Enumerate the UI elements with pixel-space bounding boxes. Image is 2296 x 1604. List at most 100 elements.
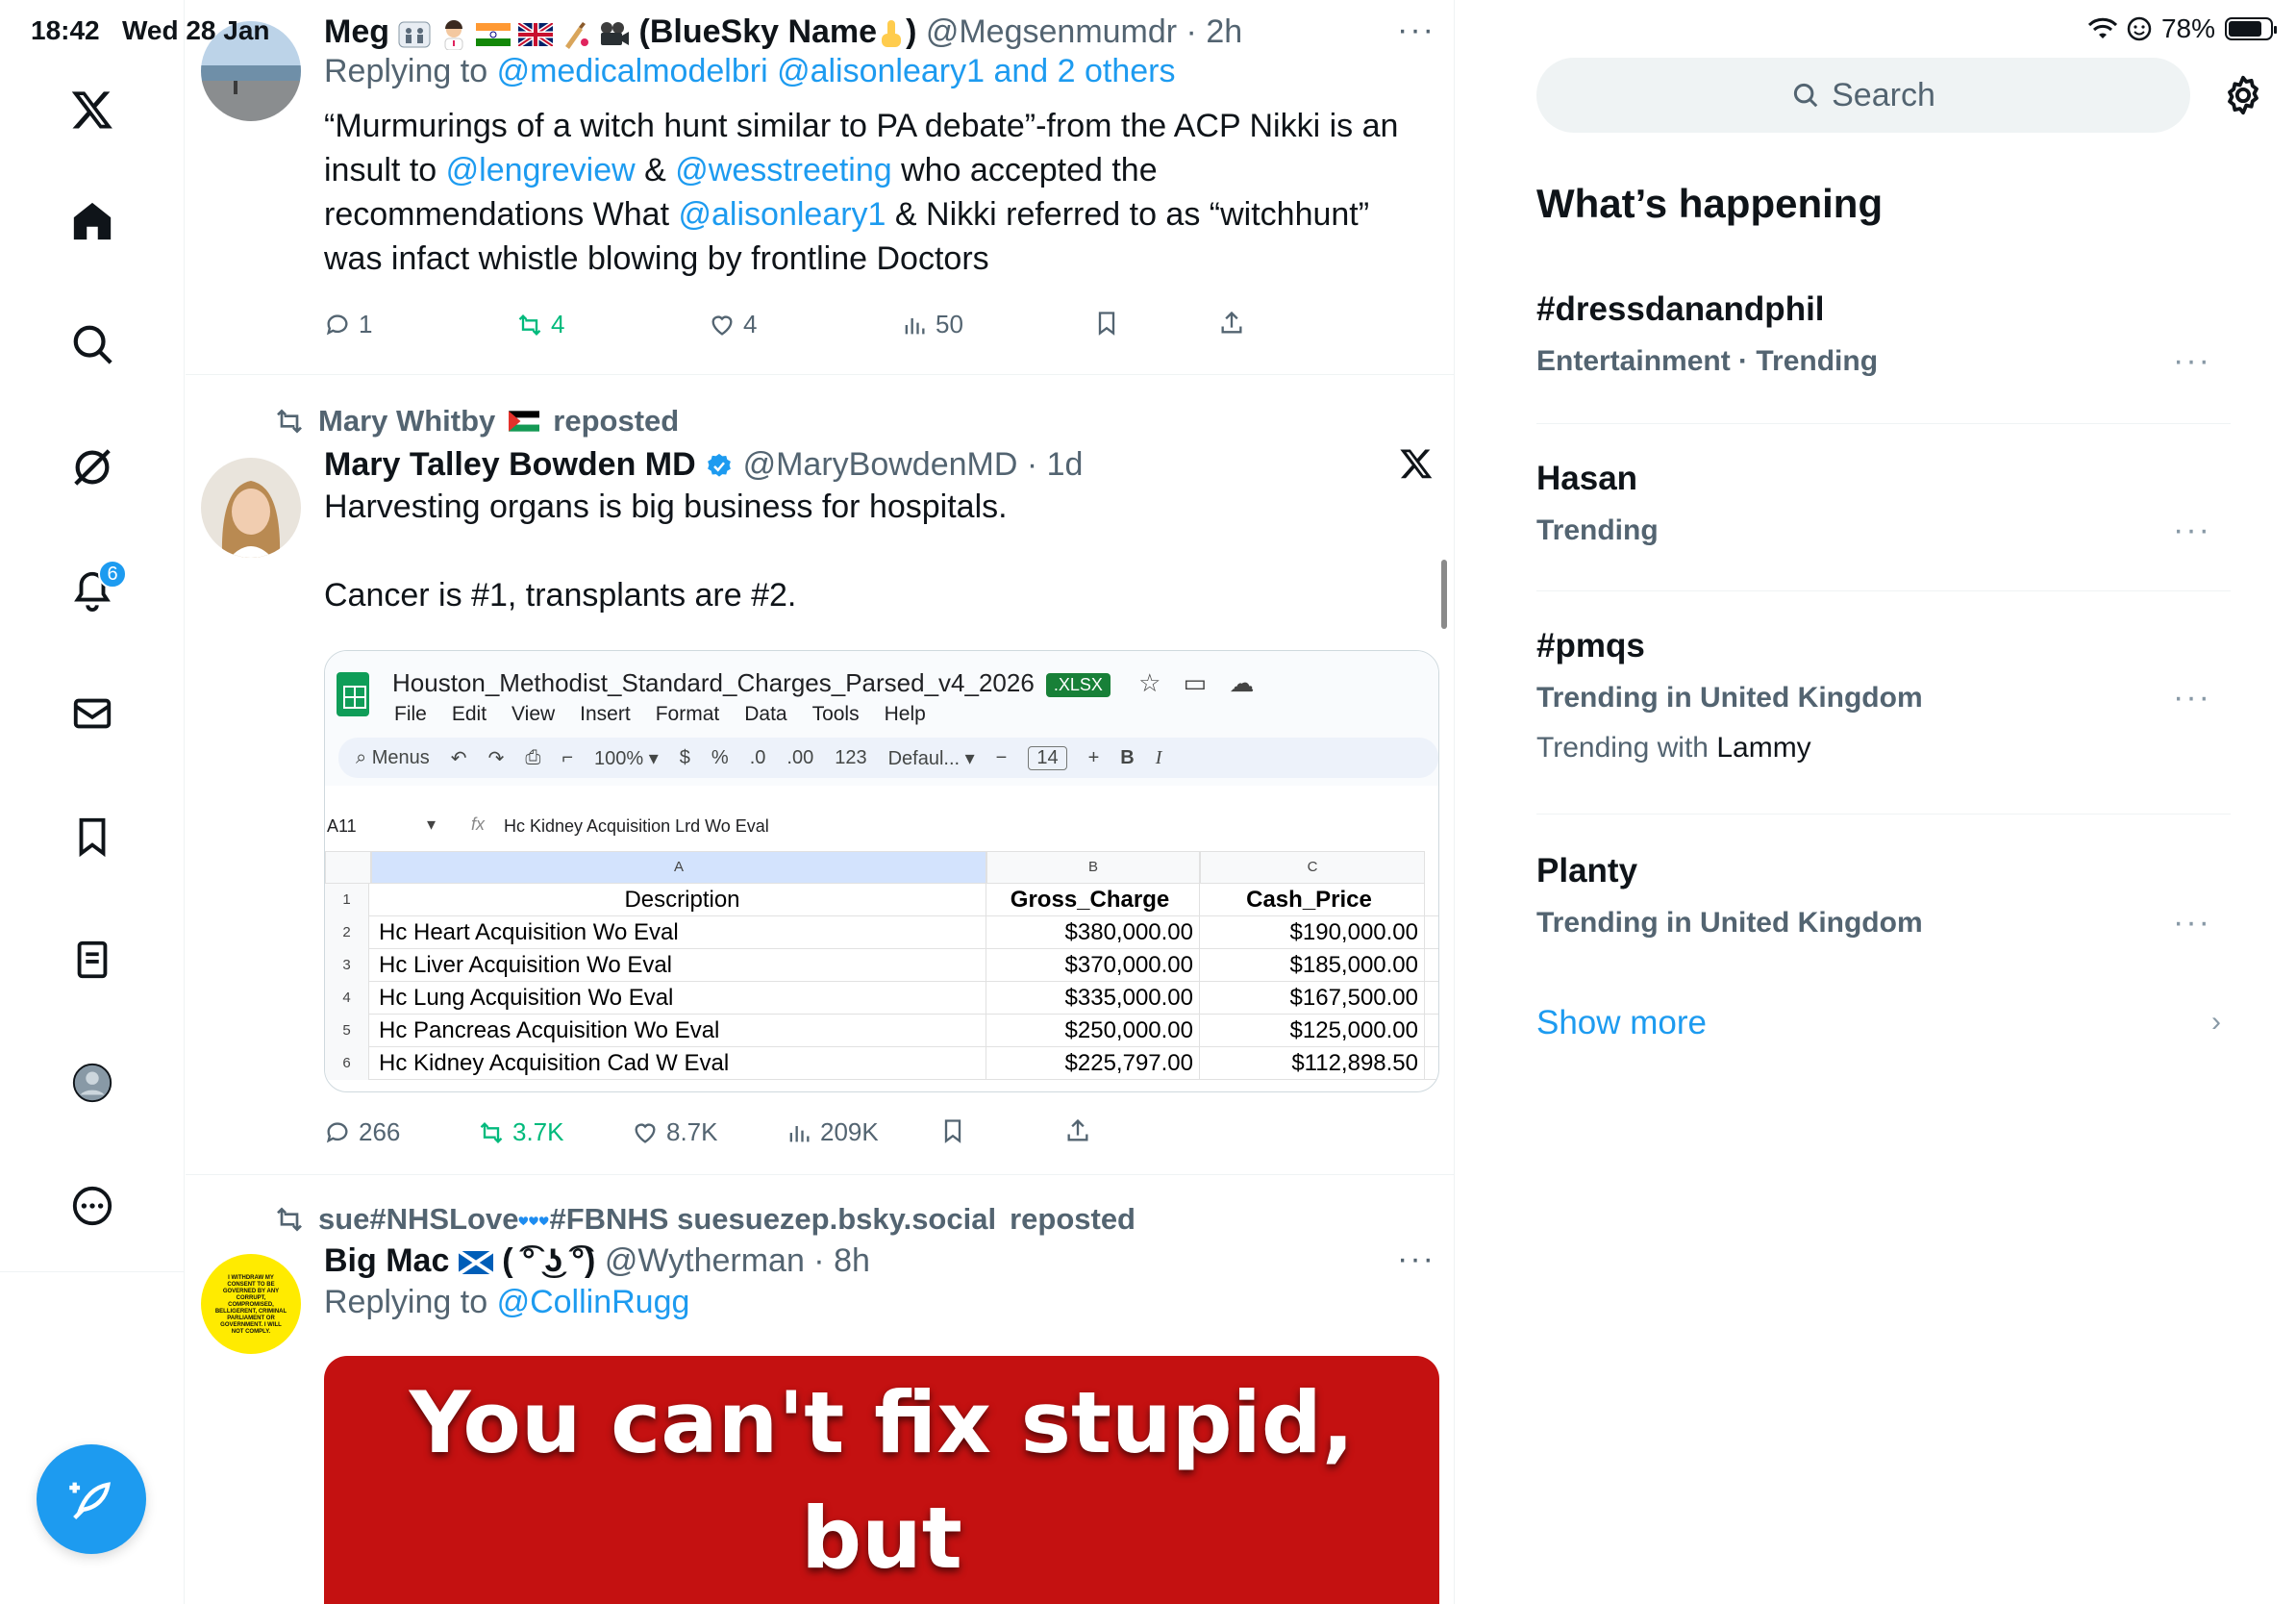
search-input[interactable]: Search [1536, 58, 2190, 133]
trend-with-topic[interactable]: Lammy [1716, 732, 1810, 764]
search-nav-icon[interactable] [54, 306, 131, 383]
reposter-name[interactable]: sue#NHSLove [318, 1202, 518, 1236]
avatar-meg[interactable] [201, 21, 301, 121]
settings-gear-icon[interactable] [2221, 73, 2265, 117]
home-icon[interactable] [54, 183, 131, 260]
tweet-big-mac[interactable]: sue#NHSLove #FBNHS suesuezep.bsky.social … [186, 1175, 1454, 1604]
india-flag-icon [476, 23, 512, 47]
bookmark-icon [1098, 312, 1115, 336]
replying-to: Replying to @CollinRugg [324, 1281, 1435, 1323]
trend-item[interactable]: Planty Trending in United Kingdom ··· [1536, 850, 2231, 942]
formula-bar: A11 ▾ fx Hc Kidney Acquisition Lrd Wo Ev… [325, 813, 1438, 841]
tweet-more-button[interactable]: ··· [1397, 12, 1435, 49]
views-button[interactable]: 50 [901, 310, 963, 339]
menus-search: ⌕ Menus [356, 746, 430, 768]
views-button[interactable]: 209K [786, 1117, 879, 1147]
bookmark-button[interactable] [1093, 310, 1120, 337]
trend-more-button[interactable]: ··· [2173, 679, 2211, 716]
reposted-label: reposted [553, 404, 680, 438]
trend-more-button[interactable]: ··· [2173, 342, 2211, 380]
table-header-row: 1 Description Gross_Charge Cash_Price [325, 884, 1438, 916]
star-icon: ☆ [1138, 668, 1161, 697]
reposter-name[interactable]: Mary Whitby [318, 404, 495, 439]
author-name[interactable]: Mary Talley Bowden MD [324, 446, 696, 483]
notifications-icon[interactable]: 6 [54, 552, 131, 629]
tweet-time[interactable]: 8h [834, 1242, 870, 1279]
lists-icon[interactable] [54, 921, 131, 998]
repost-count: 3.7K [512, 1117, 564, 1146]
cell-gross-charge: $225,797.00 [986, 1047, 1200, 1080]
xlsx-badge: .XLSX [1045, 672, 1111, 697]
scrollbar-thumb[interactable] [1441, 560, 1447, 629]
trend-more-button[interactable]: ··· [2173, 904, 2211, 941]
compose-post-button[interactable] [37, 1444, 146, 1554]
meme-image[interactable]: You can't fix stupid, but [324, 1356, 1439, 1604]
row-number: 5 [325, 1015, 369, 1047]
share-button[interactable] [1064, 1117, 1091, 1144]
avatar-big-mac[interactable]: I WITHDRAW MY CONSENT TO BE GOVERNED BY … [201, 1254, 301, 1354]
sheets-logo-icon [337, 672, 369, 716]
paint-format-icon: ⌐ [562, 746, 574, 768]
author-name[interactable]: Big Mac [324, 1242, 449, 1279]
trend-name: Planty [1536, 852, 1638, 890]
replying-to-mention[interactable]: @CollinRugg [497, 1284, 690, 1320]
repost-icon [277, 1207, 302, 1232]
header-gross-charge: Gross_Charge [986, 884, 1200, 916]
bookmark-button[interactable] [939, 1117, 966, 1144]
author-handle[interactable]: @Megsenmumdr [926, 13, 1177, 50]
mention-link[interactable]: @alisonleary1 [679, 196, 886, 233]
tweet-text-line-1: Harvesting organs is big business for ho… [324, 489, 1008, 525]
show-more-link[interactable]: Show more › [1536, 1004, 2231, 1042]
compose-feather-icon [69, 1482, 111, 1520]
x-logo-icon[interactable] [54, 71, 131, 148]
repost-button[interactable]: 4 [516, 310, 564, 339]
like-button[interactable]: 8.7K [632, 1117, 718, 1147]
trend-item[interactable]: #dressdanandphil Entertainment · Trendin… [1536, 288, 2231, 381]
like-button[interactable]: 4 [709, 310, 757, 339]
tweet-mary-bowden[interactable]: Mary Whitby reposted Mary Talley Bowden … [186, 375, 1454, 1175]
trend-item[interactable]: #pmqs Trending in United Kingdom Trendin… [1536, 625, 2231, 767]
mention-link[interactable]: @lengreview [446, 152, 636, 188]
reply-button[interactable]: 1 [324, 310, 372, 339]
increase-decimal: .00 [786, 746, 814, 768]
meme-text-line-2: but [801, 1489, 962, 1588]
font-size-plus: + [1087, 746, 1100, 768]
share-button[interactable] [1218, 310, 1245, 337]
repost-button[interactable]: 3.7K [478, 1117, 564, 1147]
grok-icon[interactable] [54, 429, 131, 506]
author-handle[interactable]: @MaryBowdenMD [743, 446, 1018, 483]
mention-link[interactable]: @wesstreeting [675, 152, 891, 188]
show-more-label: Show more [1536, 1004, 1708, 1041]
bookmarks-icon[interactable] [54, 798, 131, 875]
tweet-meg[interactable]: Meg (BlueSky Name) @Megsenmumdr · 2h Rep… [186, 0, 1454, 375]
spreadsheet-image[interactable]: Houston_Methodist_Standard_Charges_Parse… [324, 650, 1439, 1092]
cell-gross-charge: $250,000.00 [986, 1015, 1200, 1047]
trend-item[interactable]: Hasan Trending ··· [1536, 458, 2231, 550]
replying-to-mentions[interactable]: @medicalmodelbri @alisonleary1 and 2 oth… [497, 53, 1176, 89]
share-icon [1067, 1118, 1088, 1141]
profile-avatar-icon[interactable] [54, 1044, 131, 1121]
trend-more-button[interactable]: ··· [2173, 512, 2211, 549]
header-cash-price: Cash_Price [1200, 884, 1425, 916]
trend-meta: Trending in United Kingdom [1536, 907, 1923, 939]
tweet-text: “Murmurings of a witch hunt similar to P… [324, 104, 1420, 281]
tweet-time[interactable]: 2h [1206, 13, 1242, 50]
view-count: 209K [820, 1117, 879, 1146]
author-name[interactable]: Meg [324, 13, 389, 50]
tweet-time[interactable]: 1d [1047, 446, 1084, 483]
cell-gross-charge: $335,000.00 [986, 982, 1200, 1015]
font-size-value: 14 [1028, 745, 1067, 770]
more-options-icon[interactable] [54, 1167, 131, 1244]
reply-button[interactable]: 266 [324, 1117, 400, 1147]
author-name-close: ) [906, 13, 917, 50]
avatar-mary-bowden[interactable] [201, 458, 301, 558]
tweet-more-button[interactable]: ··· [1397, 1241, 1435, 1278]
undo-icon: ↶ [450, 747, 467, 769]
cricket-emoji-icon [564, 22, 588, 50]
author-handle[interactable]: @Wytherman [605, 1242, 805, 1279]
woman-health-worker-emoji-icon [444, 20, 463, 51]
messages-icon[interactable] [54, 675, 131, 752]
move-folder-icon: ▭ [1183, 668, 1208, 697]
cell-description: Hc Kidney Acquisition Cad W Eval [373, 1047, 986, 1080]
view-count: 50 [936, 310, 963, 338]
